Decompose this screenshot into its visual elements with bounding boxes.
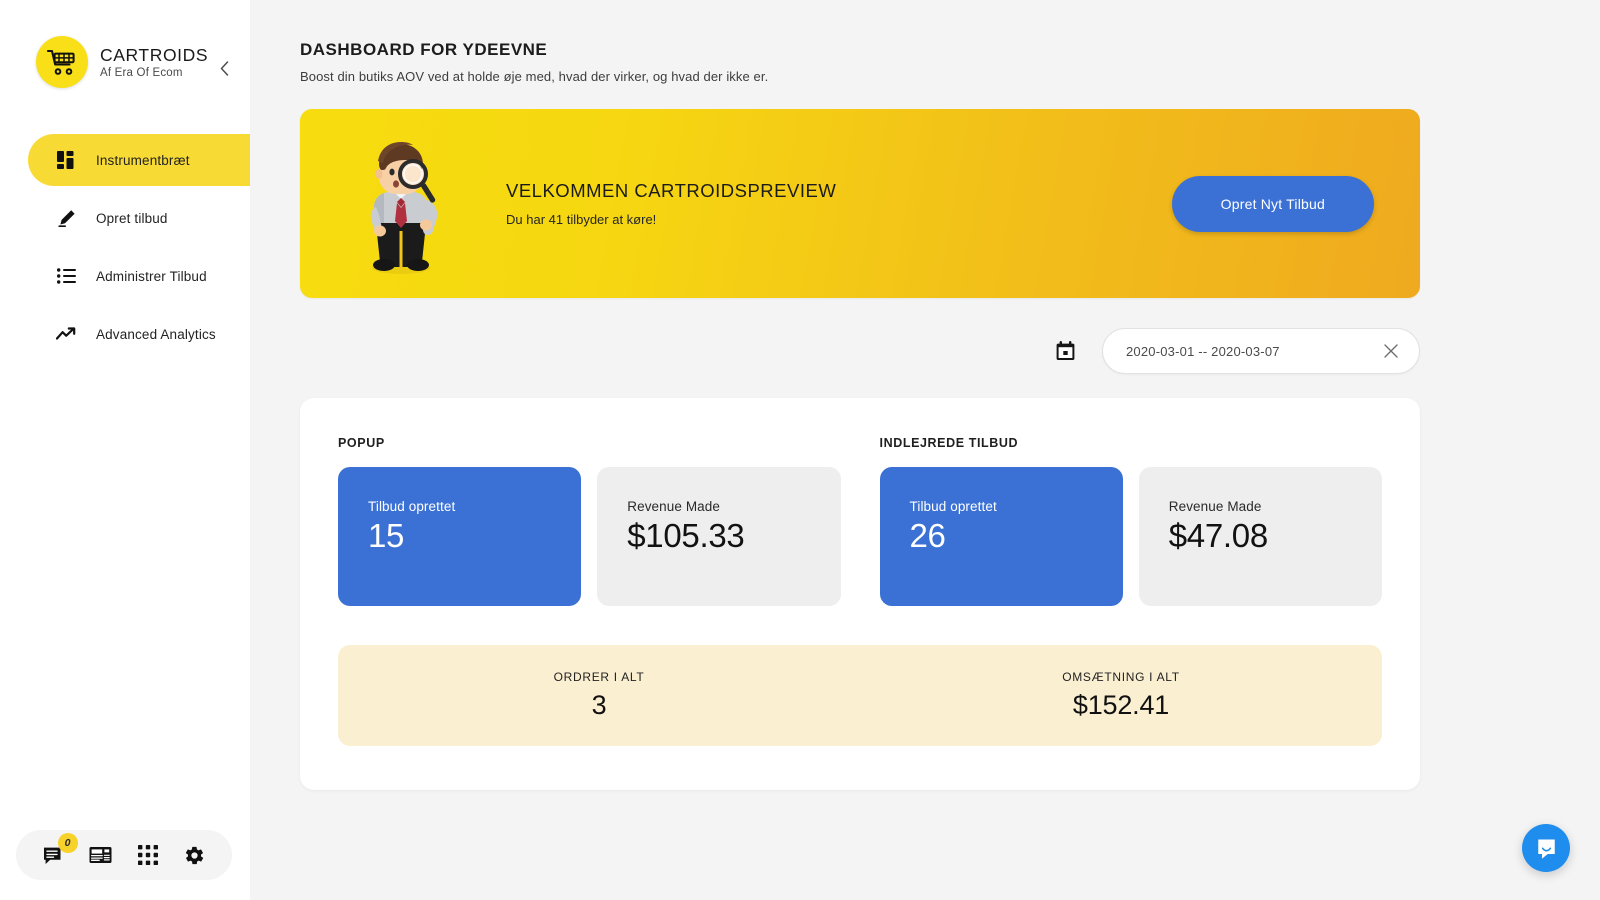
- totals-bar: ORDRER I ALT 3 OMSÆTNING I ALT $152.41: [338, 645, 1382, 746]
- brand-title: CARTROIDS: [100, 44, 209, 65]
- create-new-offer-button[interactable]: Opret Nyt Tilbud: [1171, 175, 1374, 232]
- brand-subtitle: Af Era Of Ecom: [100, 67, 183, 80]
- app-root: CARTROIDS Af Era Of Ecom Instrumentbræt …: [0, 0, 1600, 900]
- sidebar-item-label: Instrumentbræt: [96, 152, 190, 168]
- calendar-icon[interactable]: [1054, 340, 1076, 362]
- sidebar-item-administrer-tilbud[interactable]: Administrer Tilbud: [0, 250, 250, 302]
- stat-label: Revenue Made: [1168, 499, 1262, 514]
- page-title: DASHBOARD FOR YDEEVNE: [300, 40, 548, 59]
- news-icon[interactable]: [88, 842, 114, 868]
- brand-text: CARTROIDS Af Era Of Ecom: [100, 45, 208, 79]
- sidebar-collapse-button[interactable]: [214, 58, 234, 78]
- stat-label: Tilbud oprettet: [368, 499, 456, 514]
- date-range-input[interactable]: [1126, 343, 1381, 359]
- banner-copy: VELKOMMEN CARTROIDSPREVIEW Du har 41 til…: [506, 180, 1172, 227]
- total-label: OMSÆTNING I ALT: [1062, 670, 1180, 684]
- stats-groups: POPUP Tilbud oprettet 15 Revenue Made $1…: [338, 436, 1382, 606]
- date-filter-row: [300, 328, 1420, 374]
- stat-value: $47.08: [1168, 517, 1268, 554]
- banner-description: Du har 41 tilbyder at køre!: [506, 212, 657, 227]
- brand-logo: [36, 36, 88, 88]
- gear-glyph: [185, 846, 204, 864]
- stat-label: Revenue Made: [627, 499, 721, 514]
- chat-launcher-button[interactable]: [1522, 824, 1570, 872]
- total-value: 3: [591, 690, 607, 720]
- group-title: INDLEJREDE TILBUD: [879, 436, 1019, 450]
- stat-value: 26: [909, 517, 946, 554]
- stat-label: Tilbud oprettet: [909, 499, 997, 514]
- businessman-illustration: [358, 131, 444, 276]
- stat-value: 15: [368, 517, 405, 554]
- welcome-banner: VELKOMMEN CARTROIDSPREVIEW Du har 41 til…: [300, 109, 1420, 298]
- total-orders: ORDRER I ALT 3: [338, 645, 860, 746]
- sidebar-nav: Instrumentbræt Opret tilbud Administrer …: [0, 134, 250, 360]
- brand[interactable]: CARTROIDS Af Era Of Ecom: [0, 0, 250, 88]
- date-range-field[interactable]: [1102, 328, 1420, 374]
- banner-title: VELKOMMEN CARTROIDSPREVIEW: [506, 180, 837, 201]
- total-revenue: OMSÆTNING I ALT $152.41: [860, 645, 1382, 746]
- stat-tile-revenue-made: Revenue Made $105.33: [597, 467, 841, 606]
- stats-group-embedded: INDLEJREDE TILBUD Tilbud oprettet 26 Rev…: [879, 436, 1382, 606]
- group-tiles: Tilbud oprettet 26 Revenue Made $47.08: [879, 467, 1382, 606]
- page-subtitle: Boost din butiks AOV ved at holde øje me…: [300, 69, 769, 84]
- close-glyph: [1384, 344, 1398, 358]
- pencil-glyph: [57, 209, 75, 227]
- sidebar: CARTROIDS Af Era Of Ecom Instrumentbræt …: [0, 0, 250, 900]
- messages-icon[interactable]: 0: [41, 833, 78, 868]
- sidebar-item-advanced-analytics[interactable]: Advanced Analytics: [0, 308, 250, 360]
- calendar-glyph: [1056, 341, 1074, 360]
- group-title: POPUP: [338, 436, 385, 450]
- apps-grid-glyph: [137, 845, 158, 865]
- apps-grid-icon[interactable]: [135, 842, 161, 868]
- trend-up-icon: [55, 323, 77, 345]
- sidebar-item-label: Advanced Analytics: [96, 326, 216, 342]
- sidebar-item-label: Administrer Tilbud: [96, 268, 207, 284]
- sidebar-item-instrumentbraet[interactable]: Instrumentbræt: [28, 134, 250, 186]
- stat-tile-offers-created: Tilbud oprettet 26: [879, 467, 1123, 606]
- sidebar-item-opret-tilbud[interactable]: Opret tilbud: [0, 192, 250, 244]
- chat-bubble-icon: [1537, 838, 1555, 859]
- chevron-left-icon: [220, 60, 228, 76]
- total-value: $152.41: [1072, 690, 1170, 720]
- stat-tile-revenue-made: Revenue Made $47.08: [1138, 467, 1382, 606]
- shopping-cart-icon: [47, 49, 75, 75]
- stat-tile-offers-created: Tilbud oprettet 15: [338, 467, 582, 606]
- pencil-icon: [55, 207, 77, 229]
- dashboard-grid-icon: [55, 149, 77, 171]
- list-glyph: [56, 268, 76, 284]
- close-icon[interactable]: [1381, 341, 1401, 361]
- trend-up-glyph: [56, 327, 76, 340]
- stat-value: $105.33: [627, 517, 745, 554]
- stats-card: POPUP Tilbud oprettet 15 Revenue Made $1…: [300, 398, 1420, 790]
- messages-badge: 0: [57, 833, 78, 853]
- sidebar-item-label: Opret tilbud: [96, 210, 168, 226]
- news-glyph: [89, 847, 112, 863]
- main-content: DASHBOARD FOR YDEEVNE Boost din butiks A…: [250, 0, 1600, 900]
- list-icon: [55, 265, 77, 287]
- dashboard-grid-glyph: [57, 151, 74, 169]
- stats-group-popup: POPUP Tilbud oprettet 15 Revenue Made $1…: [338, 436, 841, 606]
- total-label: ORDRER I ALT: [553, 670, 645, 684]
- businessman-with-magnifier-icon: [370, 142, 438, 274]
- gear-icon[interactable]: [182, 842, 208, 868]
- sidebar-footer-toolbar: 0: [16, 830, 232, 880]
- group-tiles: Tilbud oprettet 15 Revenue Made $105.33: [338, 467, 841, 606]
